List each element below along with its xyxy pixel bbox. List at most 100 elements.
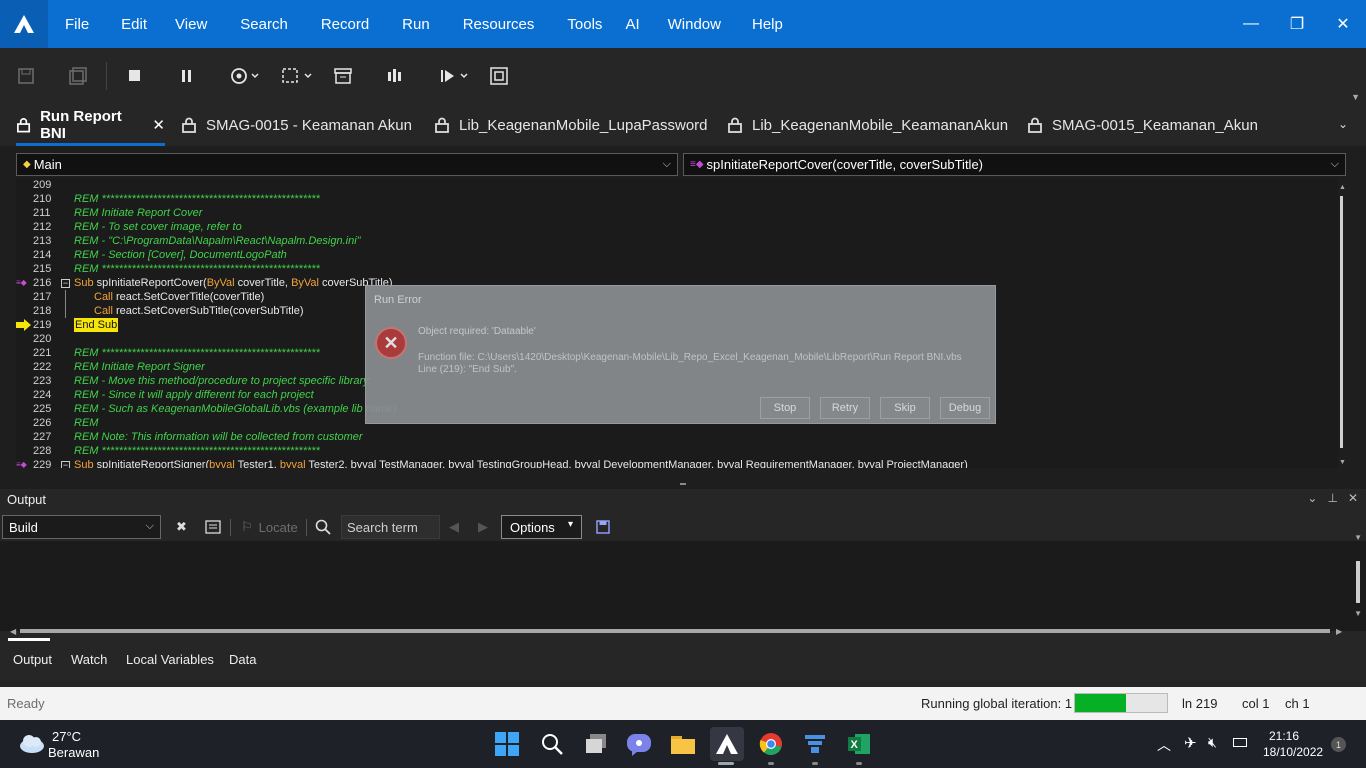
debug-button[interactable]: Debug [940, 397, 990, 419]
airplane-mode-icon[interactable]: ✈ [1184, 734, 1197, 752]
tray-chevron-up-icon[interactable]: ︿ [1157, 735, 1171, 755]
code-line[interactable]: 228 REM *********************************… [16, 444, 1338, 458]
tab-lib-keamanan-akun[interactable]: Lib_KeagenanMobile_KeamananAkun [727, 104, 1008, 146]
screenshot-mode-icon[interactable] [282, 64, 312, 88]
scope-combo[interactable]: ◆ Main ⌵ [16, 153, 678, 176]
status-iteration: Running global iteration: 1 [921, 696, 1073, 711]
task-view-icon[interactable] [579, 727, 613, 761]
menu-file[interactable]: File [65, 16, 89, 33]
options-dropdown[interactable]: Options ▾ [501, 515, 582, 539]
menu-record[interactable]: Record [321, 16, 369, 33]
fold-toggle-icon[interactable]: − [61, 461, 70, 468]
menu-edit[interactable]: Edit [121, 16, 147, 33]
teams-chat-icon[interactable] [622, 727, 656, 761]
menu-window[interactable]: Window [668, 16, 721, 33]
menu-resources[interactable]: Resources [463, 16, 535, 33]
panel-menu-icon[interactable]: ⌄ [1307, 491, 1317, 505]
taskbar-search-icon[interactable] [535, 727, 569, 761]
tab-list-chevron-icon[interactable]: ⌄ [1338, 117, 1348, 131]
code-line[interactable]: 213 REM - "C:\ProgramData\Napalm\React\Na… [16, 234, 1338, 248]
run-icon[interactable] [440, 64, 470, 88]
search-prev-icon[interactable]: ◀ [449, 515, 459, 539]
tab-lib-lupa-password[interactable]: Lib_KeagenanMobile_LupaPassword [434, 104, 708, 146]
fold-toggle-icon[interactable]: − [61, 279, 70, 288]
code-line[interactable]: 229 Sub spInitiateReportSigner(byval Test… [16, 458, 1338, 468]
bottom-tab-local-variables[interactable]: Local Variables [126, 652, 214, 667]
skip-button[interactable]: Skip [880, 397, 930, 419]
app-logo-icon[interactable] [0, 0, 48, 48]
save-output-icon[interactable] [596, 515, 610, 539]
code-line[interactable]: 227 REM Note: This information will be co… [16, 430, 1338, 444]
code-text: Call react.SetCoverTitle(coverTitle) [94, 291, 265, 303]
notification-badge[interactable]: 1 [1331, 737, 1346, 752]
pause-icon[interactable] [181, 64, 193, 88]
output-text-area[interactable]: ▼ ▼ ◀ ▶ [0, 533, 1366, 636]
tab-smag-0015-keamanan-akun[interactable]: SMAG-0015 - Keamanan Akun [181, 104, 412, 146]
battery-icon[interactable] [1233, 738, 1247, 747]
chrome-icon[interactable] [754, 727, 788, 761]
weather-temp[interactable]: 27°C [52, 729, 81, 744]
clock-time[interactable]: 21:16 [1269, 729, 1299, 743]
minimize-button[interactable]: — [1228, 0, 1274, 48]
menu-run[interactable]: Run [402, 16, 430, 33]
code-line[interactable]: 211 REM Initiate Report Cover [16, 206, 1338, 220]
code-line[interactable]: 212 REM - To set cover image, refer to [16, 220, 1338, 234]
record-mode-icon[interactable] [230, 64, 260, 88]
output-vertical-scrollbar[interactable] [1356, 561, 1360, 603]
tab-smag-0015-keamanan-akun-2[interactable]: SMAG-0015_Keamanan_Akun [1027, 104, 1258, 146]
pin-icon[interactable]: ⊥ [1327, 491, 1337, 505]
scroll-up-icon[interactable]: ▼ [1354, 533, 1362, 542]
ranorex-app-icon[interactable] [710, 727, 744, 761]
menu-ai[interactable]: AI [625, 16, 639, 33]
weather-cloud-icon[interactable] [18, 732, 46, 759]
menu-tools[interactable]: Tools [567, 16, 602, 33]
bottom-tab-output[interactable]: Output [13, 652, 52, 667]
output-source-select[interactable]: Build ⌵ [2, 515, 161, 539]
menu-view[interactable]: View [175, 16, 207, 33]
output-panel-title: Output [7, 492, 47, 507]
clock-date[interactable]: 18/10/2022 [1263, 745, 1323, 759]
file-explorer-icon[interactable] [666, 727, 700, 761]
search-next-icon[interactable]: ▶ [478, 515, 488, 539]
restore-button[interactable]: ❐ [1274, 0, 1320, 48]
close-button[interactable]: ✕ [1320, 0, 1366, 48]
bottom-tab-watch[interactable]: Watch [71, 652, 107, 667]
code-line[interactable]: 214 REM - Section [Cover], DocumentLogoPa… [16, 248, 1338, 262]
bottom-tab-data[interactable]: Data [229, 652, 256, 667]
scroll-left-icon[interactable]: ◀ [10, 627, 16, 636]
panel-close-icon[interactable]: ✕ [1348, 491, 1358, 505]
windows-start-icon[interactable] [490, 727, 524, 761]
editor-vertical-scrollbar[interactable]: ▲ ▼ [1338, 184, 1346, 466]
panel-splitter[interactable] [0, 480, 1366, 489]
menu-search[interactable]: Search [240, 16, 288, 33]
tab-close-icon[interactable]: ✕ [152, 116, 165, 134]
stop-button[interactable]: Stop [760, 397, 810, 419]
word-wrap-icon[interactable] [205, 515, 221, 539]
locate-button[interactable]: ⚐ Locate [241, 515, 298, 539]
code-line[interactable]: 215 REM *********************************… [16, 262, 1338, 276]
document-tabs: Run Report BNI ✕ SMAG-0015 - Keamanan Ak… [0, 104, 1366, 146]
code-line[interactable]: 209 [16, 178, 1338, 192]
save-all-icon[interactable] [69, 64, 87, 88]
stop-icon[interactable] [129, 64, 141, 88]
excel-icon[interactable]: X [842, 727, 876, 761]
toolbar-overflow-icon[interactable]: ▼ [1351, 92, 1360, 102]
tab-run-report-bni[interactable]: Run Report BNI ✕ [16, 104, 165, 146]
procedure-combo[interactable]: ≡◆ spInitiateReportCover(coverTitle, cov… [683, 153, 1346, 176]
retry-button[interactable]: Retry [820, 397, 870, 419]
save-icon[interactable] [18, 64, 34, 88]
volume-muted-icon[interactable]: 🔇︎ [1208, 734, 1217, 751]
output-horizontal-scrollbar[interactable] [20, 629, 1330, 633]
clear-output-icon[interactable]: ✖ [176, 515, 187, 539]
tool-app-icon[interactable] [798, 727, 832, 761]
scroll-down-icon[interactable]: ▼ [1354, 609, 1362, 618]
scroll-right-icon[interactable]: ▶ [1336, 627, 1342, 636]
search-term-input[interactable]: Search term [341, 515, 440, 539]
archive-icon[interactable] [334, 64, 352, 88]
search-icon[interactable] [315, 515, 331, 539]
weather-desc[interactable]: Berawan [48, 745, 99, 760]
layout-icon[interactable] [490, 64, 508, 88]
code-line[interactable]: 210 REM *********************************… [16, 192, 1338, 206]
debug-step-icon[interactable] [386, 64, 404, 88]
menu-help[interactable]: Help [752, 16, 783, 33]
